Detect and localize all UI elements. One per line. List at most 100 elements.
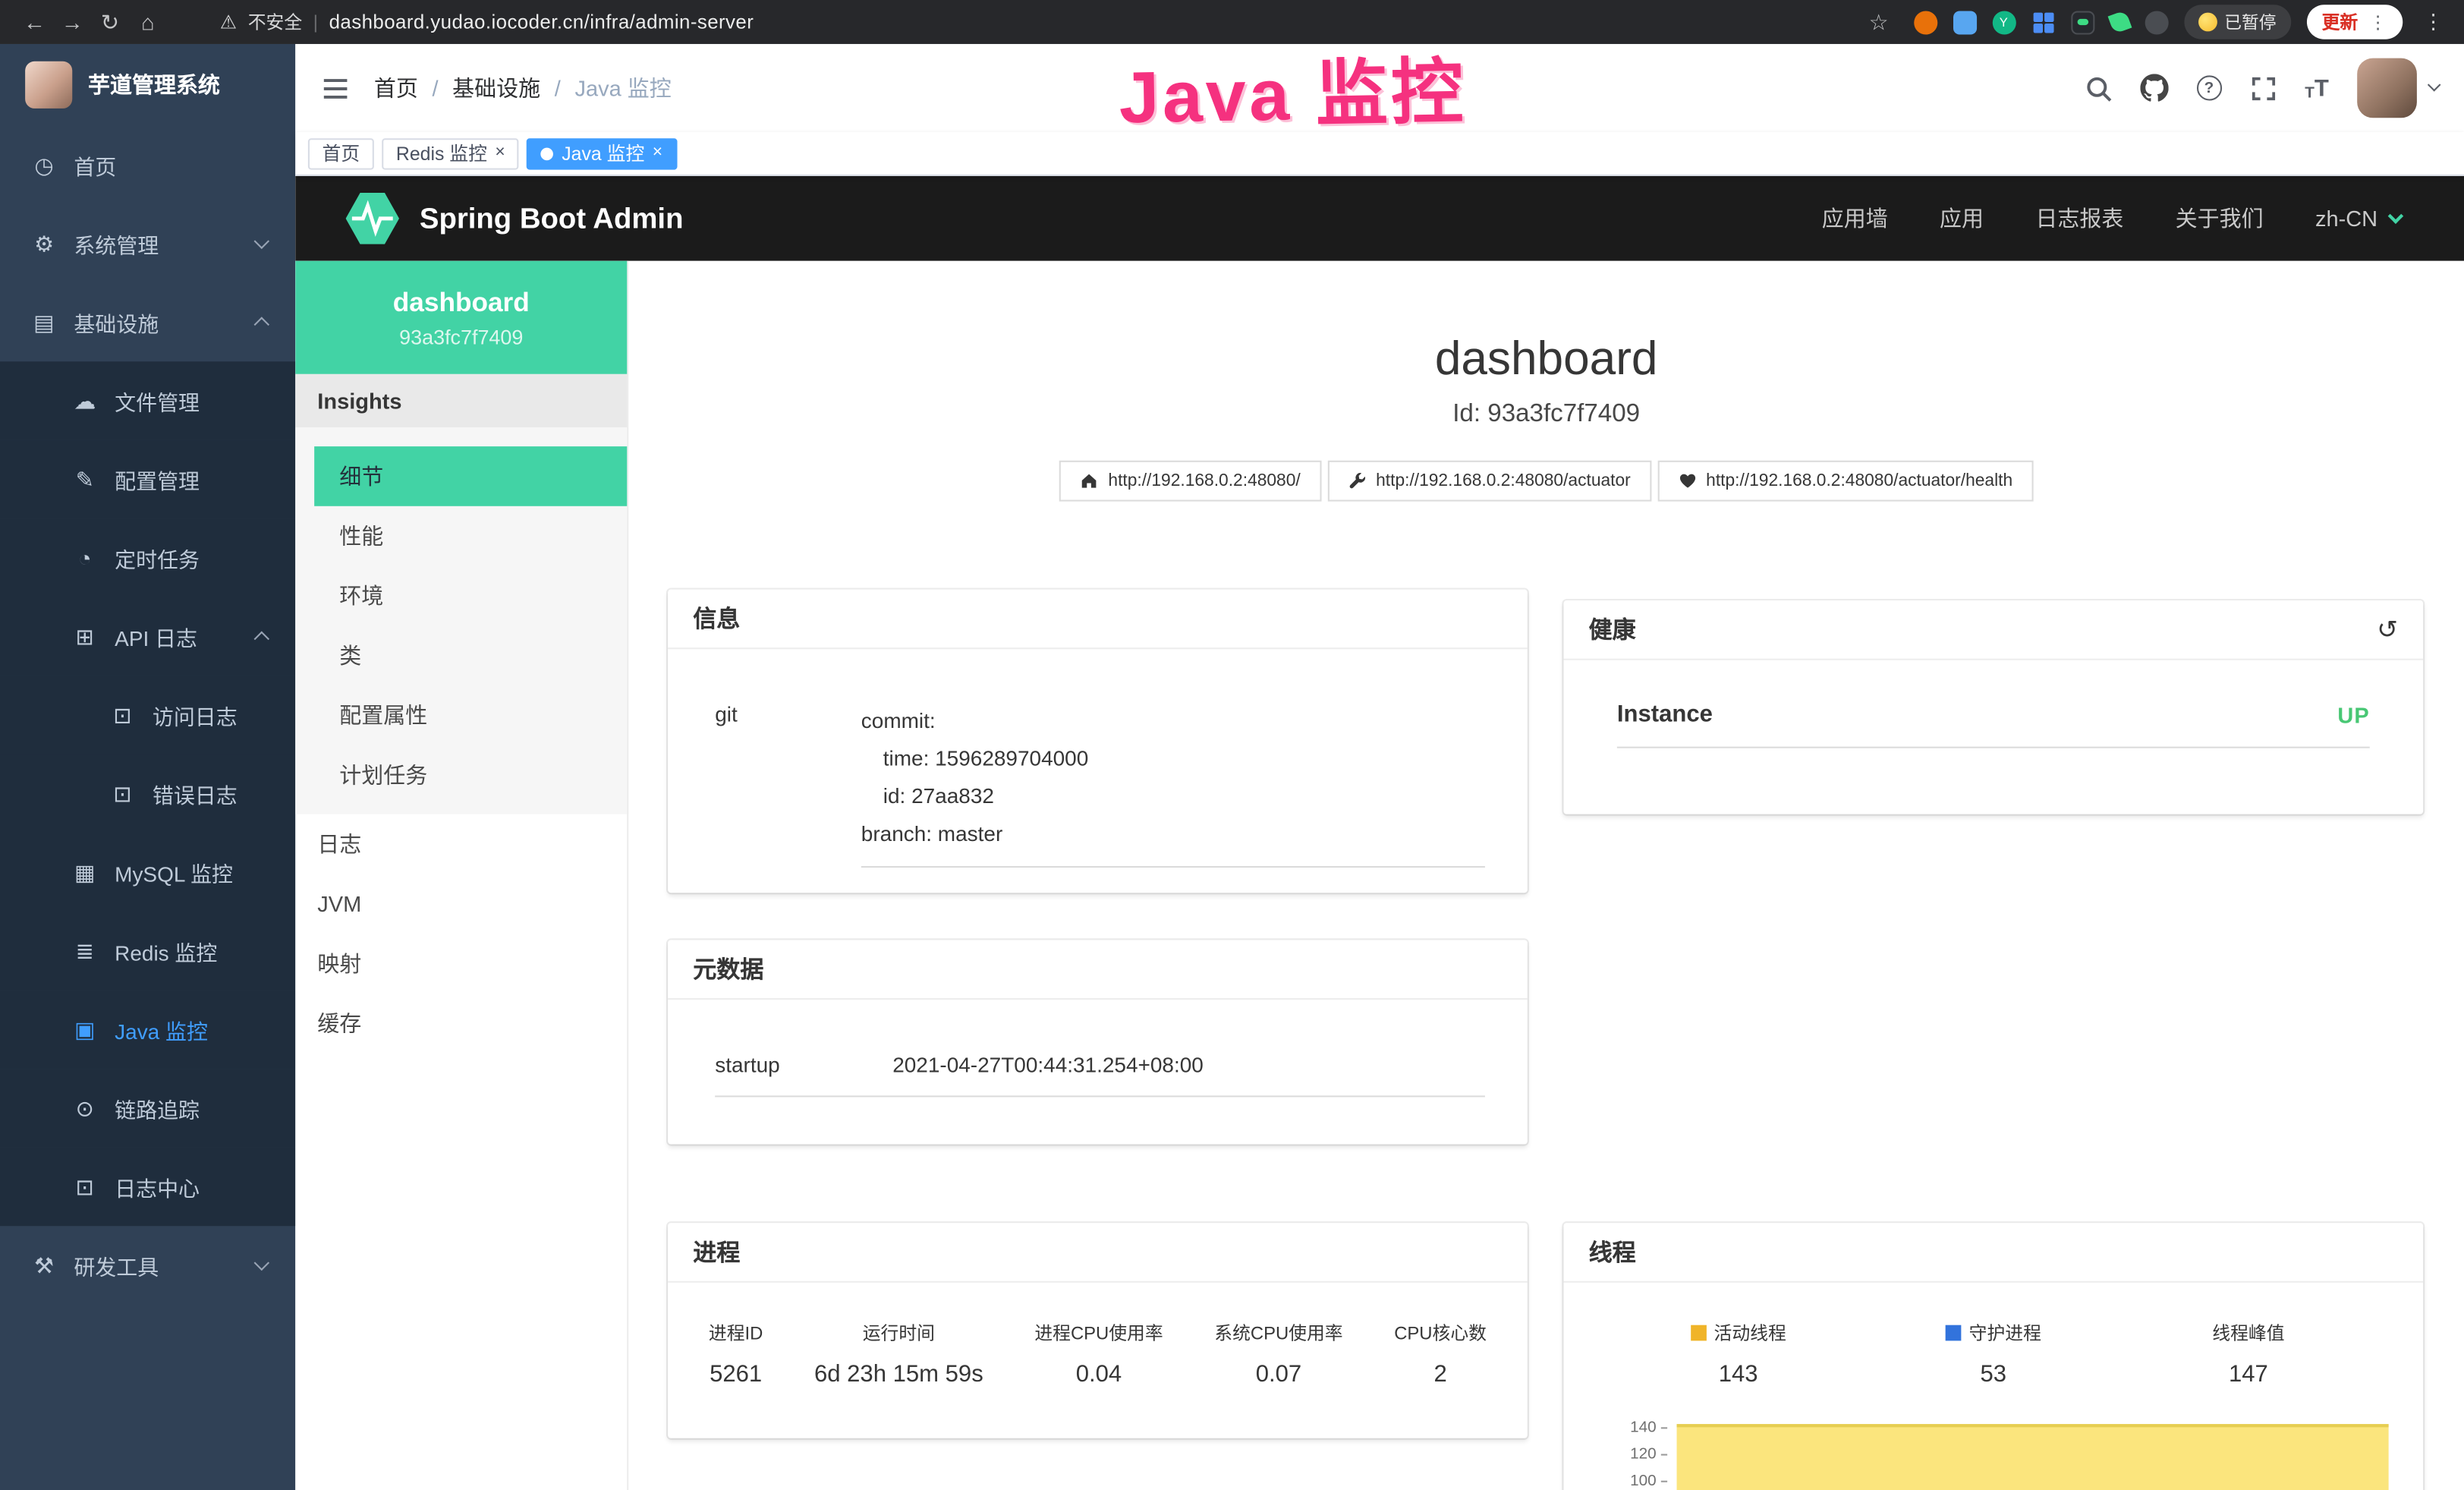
extension-icon[interactable]: Y: [1992, 10, 2016, 33]
sba-item-caches[interactable]: 缓存: [295, 994, 627, 1054]
forward-icon[interactable]: →: [53, 9, 91, 34]
legend-daemon-threads: 守护进程 53: [1866, 1320, 2121, 1388]
fullscreen-icon[interactable]: [2250, 74, 2277, 101]
error-log-icon: ⊡: [110, 780, 135, 807]
extension-icon[interactable]: [2145, 10, 2168, 33]
address-bar[interactable]: ⚠ 不安全 | dashboard.yudao.iocoder.cn/infra…: [220, 9, 754, 34]
extension-icon[interactable]: [1913, 10, 1937, 33]
browser-home-icon[interactable]: ⌂: [129, 9, 167, 34]
sidebar-item-java-monitor[interactable]: ▣ Java 监控: [0, 991, 295, 1069]
sba-item-mappings[interactable]: 映射: [295, 934, 627, 994]
instance-name: dashboard: [393, 287, 530, 318]
page-title: dashboard: [628, 333, 2464, 386]
file-upload-icon: ☁: [72, 387, 97, 414]
emoji-face-icon: [2198, 13, 2217, 32]
sba-item-details[interactable]: 细节: [314, 446, 627, 506]
sba-nav-wall[interactable]: 应用墙: [1822, 203, 1888, 234]
font-size-icon[interactable]: TT: [2305, 74, 2329, 101]
actuator-url-link[interactable]: http://192.168.0.2:48080/actuator: [1327, 461, 1651, 502]
breadcrumb-home[interactable]: 首页: [374, 72, 418, 103]
sba-item-metrics[interactable]: 性能: [314, 506, 627, 566]
update-label: 更新: [2322, 9, 2359, 34]
close-icon[interactable]: ×: [653, 145, 662, 162]
metadata-row: startup 2021-04-27T00:44:31.254+08:00: [715, 1053, 1485, 1097]
sba-item-jvm[interactable]: JVM: [295, 874, 627, 934]
stat-process-cpu: 进程CPU使用率 0.04: [1034, 1320, 1163, 1388]
redis-icon: ≣: [72, 937, 97, 964]
sidebar-item-infrastructure[interactable]: ▤ 基础设施: [0, 283, 295, 362]
sidebar-item-log-center[interactable]: ⊡ 日志中心: [0, 1148, 295, 1227]
url-separator: |: [313, 11, 318, 33]
tab-java-monitor[interactable]: Java 监控 ×: [527, 137, 677, 169]
sba-item-classes[interactable]: 类: [314, 625, 627, 685]
health-card: 健康 ↺ Instance UP: [1563, 600, 2423, 814]
sba-item-scheduled-tasks[interactable]: 计划任务: [314, 745, 627, 805]
history-icon[interactable]: ↺: [2377, 614, 2398, 645]
user-menu[interactable]: [2357, 58, 2439, 118]
breadcrumb: 首页 / 基础设施 / Java 监控: [374, 72, 672, 103]
service-url-link[interactable]: http://192.168.0.2:48080/: [1059, 461, 1320, 502]
extension-grid-icon[interactable]: [2031, 10, 2055, 33]
sidebar-item-file-mgmt[interactable]: ☁ 文件管理: [0, 361, 295, 440]
sidebar-item-system-mgmt[interactable]: ⚙ 系统管理: [0, 204, 295, 283]
screen: ← → ↻ ⌂ ⚠ 不安全 | dashboard.yudao.iocoder.…: [0, 0, 2464, 1490]
breadcrumb-current: Java 监控: [574, 72, 671, 103]
reload-icon[interactable]: ↻: [91, 8, 129, 35]
instance-id-line: Id: 93a3fc7f7409: [628, 401, 2464, 429]
sidebar-item-tracing[interactable]: ⊙ 链路追踪: [0, 1069, 295, 1148]
locale-selector[interactable]: zh-CN: [2315, 206, 2401, 231]
health-url-link[interactable]: http://192.168.0.2:48080/actuator/health: [1657, 461, 2033, 502]
y-tick-140: 140: [1563, 1419, 1667, 1435]
edit-icon: ✎: [72, 466, 97, 493]
app-logo: [25, 61, 72, 109]
bookmark-star-icon[interactable]: ☆: [1860, 8, 1898, 35]
app-logo-row[interactable]: 芋道管理系统: [0, 44, 295, 126]
spring-boot-admin: Spring Boot Admin 应用墙 应用 日志报表 关于我们 zh-CN: [295, 176, 2464, 1490]
browser-chrome: ← → ↻ ⌂ ⚠ 不安全 | dashboard.yudao.iocoder.…: [0, 0, 2464, 44]
sidebar-item-access-logs[interactable]: ⊡ 访问日志: [0, 676, 295, 754]
metadata-card-title: 元数据: [668, 940, 1528, 1000]
back-icon[interactable]: ←: [16, 9, 54, 34]
github-icon[interactable]: [2140, 74, 2168, 102]
avatar: [2357, 58, 2417, 118]
sba-nav-about[interactable]: 关于我们: [2176, 203, 2264, 234]
sidebar-item-scheduled-jobs[interactable]: ◔ 定时任务: [0, 518, 295, 597]
chevron-down-icon: [254, 1255, 269, 1271]
close-icon[interactable]: ×: [495, 145, 505, 162]
breadcrumb-section[interactable]: 基础设施: [452, 72, 540, 103]
help-icon[interactable]: ?: [2196, 75, 2221, 100]
dashboard-icon: ◷: [31, 152, 56, 178]
search-icon[interactable]: [2085, 74, 2111, 101]
sidebar-item-api-logs[interactable]: ⊞ API 日志: [0, 597, 295, 676]
process-card-title: 进程: [668, 1223, 1528, 1283]
sba-item-config-props[interactable]: 配置属性: [314, 685, 627, 745]
tab-home[interactable]: 首页: [308, 137, 374, 169]
leaf-extension-icon[interactable]: [2107, 10, 2132, 34]
sidebar-item-error-logs[interactable]: ⊡ 错误日志: [0, 754, 295, 833]
update-button[interactable]: 更新 ⋮: [2306, 5, 2403, 39]
chevron-up-icon: [254, 317, 269, 332]
sba-nav-journal[interactable]: 日志报表: [2035, 203, 2123, 234]
sidebar-item-mysql-monitor[interactable]: ▦ MySQL 监控: [0, 833, 295, 912]
sba-item-logs[interactable]: 日志: [295, 814, 627, 874]
chevron-down-icon: [254, 233, 269, 248]
git-key: git: [715, 703, 861, 868]
paused-badge[interactable]: 已暂停: [2183, 5, 2290, 39]
sba-logo-icon: [346, 192, 399, 245]
tab-redis-monitor[interactable]: Redis 监控 ×: [382, 137, 519, 169]
sidebar-item-home[interactable]: ◷ 首页: [0, 126, 295, 205]
sidebar-item-dev-tools[interactable]: ⚒ 研发工具: [0, 1226, 295, 1305]
mysql-icon: ▦: [72, 859, 97, 886]
sidebar-item-redis-monitor[interactable]: ≣ Redis 监控: [0, 912, 295, 991]
extension-icon[interactable]: [1953, 10, 1976, 33]
browser-menu-icon[interactable]: ⋮: [2418, 9, 2448, 34]
hamburger-icon[interactable]: [320, 73, 350, 102]
sba-brand[interactable]: Spring Boot Admin: [346, 192, 684, 245]
sba-item-env[interactable]: 环境: [314, 565, 627, 625]
warning-icon: ⚠: [220, 11, 237, 33]
app-title: 芋道管理系统: [88, 69, 220, 100]
sba-nav-applications[interactable]: 应用: [1940, 203, 1984, 234]
sidebar-item-config-mgmt[interactable]: ✎ 配置管理: [0, 440, 295, 519]
extension-switch-icon[interactable]: [2070, 10, 2094, 33]
process-stats: 进程ID 5261 运行时间 6d 23h 15m 59s 进程CPU使用率 0…: [668, 1283, 1528, 1388]
